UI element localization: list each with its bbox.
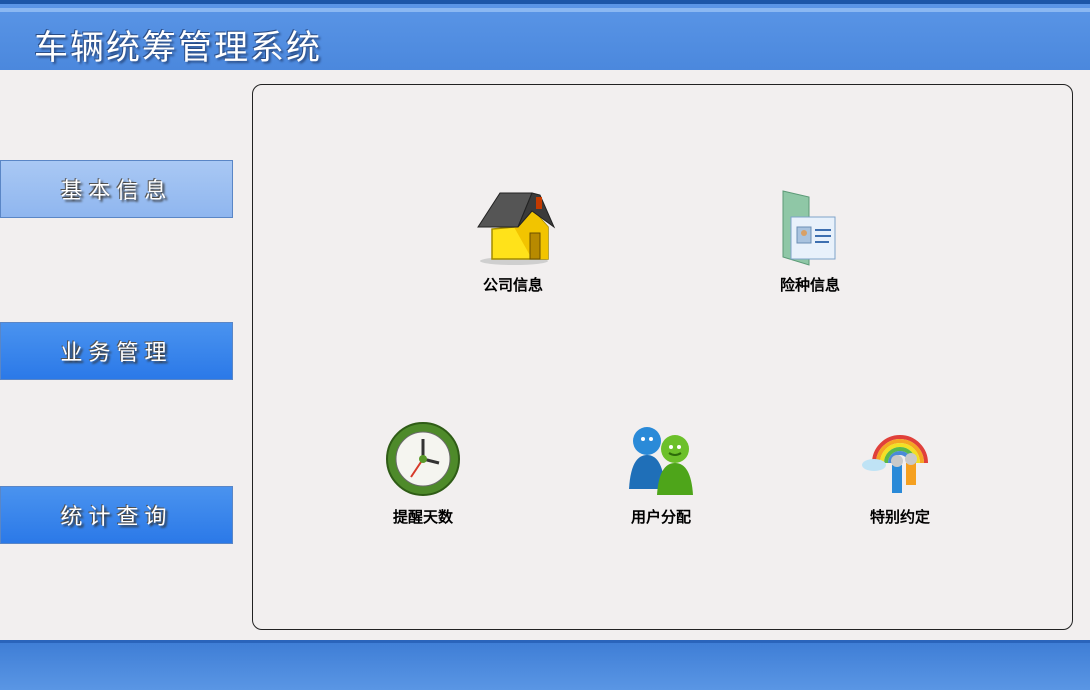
tile-label: 险种信息 — [779, 276, 840, 294]
tile-label: 用户分配 — [630, 508, 691, 526]
tile-special-agreement[interactable]: 特别约定 — [840, 417, 960, 527]
tile-label: 特别约定 — [869, 508, 930, 526]
tile-company-info[interactable]: 公司信息 — [453, 185, 573, 295]
tile-label: 公司信息 — [482, 276, 543, 294]
tile-user-assignment[interactable]: 用户分配 — [601, 417, 721, 527]
sidebar-item-basic-info[interactable]: 基本信息 — [0, 160, 233, 218]
tile-insurance-info[interactable]: 险种信息 — [750, 185, 870, 295]
main-panel: 公司信息 险种信息 提醒天数 用户分配 特别约定 — [252, 84, 1073, 630]
tile-label: 提醒天数 — [392, 508, 453, 526]
footer-bar — [0, 640, 1090, 690]
users-icon — [616, 417, 706, 500]
clock-icon — [378, 417, 468, 500]
id-card-folder-icon — [765, 185, 855, 268]
rainbow-people-icon — [855, 417, 945, 500]
header-bar: 车辆统筹管理系统 — [0, 0, 1090, 70]
tile-reminder-days[interactable]: 提醒天数 — [363, 417, 483, 527]
header-highlight — [0, 8, 1090, 12]
sidebar-item-business-management[interactable]: 业务管理 — [0, 322, 233, 380]
app-title: 车辆统筹管理系统 — [34, 28, 322, 68]
sidebar-item-statistics-query[interactable]: 统计查询 — [0, 486, 233, 544]
house-icon — [468, 185, 558, 268]
